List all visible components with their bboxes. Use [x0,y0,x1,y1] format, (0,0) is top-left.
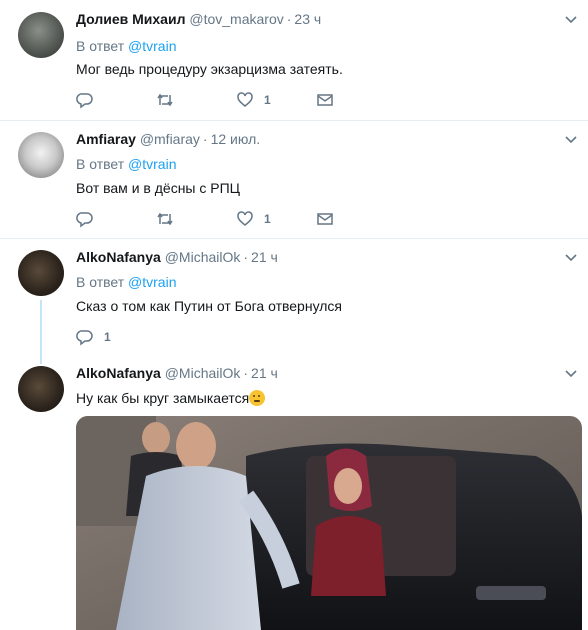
avatar[interactable] [18,132,64,178]
tweet-header: Долиев Михаил @tov_makarov · 23 ч [76,11,321,27]
reply-context: В ответ @tvrain [76,274,176,290]
retweet-button[interactable] [156,91,184,109]
reply-prefix: В ответ [76,38,125,54]
retweet-button[interactable] [156,210,184,228]
reply-prefix: В ответ [76,274,125,290]
tweet-media-image[interactable] [76,416,582,630]
reply-context: В ответ @tvrain [76,38,176,54]
tweet-text-row: Ну как бы круг замыкается [76,390,266,406]
avatar[interactable] [18,366,64,412]
reply-button[interactable] [76,91,104,109]
author-handle[interactable]: @tov_makarov [189,11,283,27]
tweet-text: Мог ведь процедуру экзарцизма затеять. [76,61,343,77]
tweet-actions: 1 [76,328,346,346]
chevron-down-icon[interactable] [564,135,578,145]
chevron-down-icon[interactable] [564,15,578,25]
avatar[interactable] [18,250,64,296]
reply-to-link[interactable]: @tvrain [128,38,176,54]
envelope-icon [317,94,333,106]
reply-prefix: В ответ [76,156,125,172]
reply-count: 1 [104,330,111,344]
reply-to-link[interactable]: @tvrain [128,274,176,290]
tweet-text: Вот вам и в дёсны с РПЦ [76,180,241,196]
envelope-icon [317,213,333,225]
tweet-text: Ну как бы круг замыкается [76,390,250,406]
avatar[interactable] [18,12,64,58]
reply-to-link[interactable]: @tvrain [128,156,176,172]
heart-icon [237,211,253,226]
author-handle[interactable]: @mfiaray [140,131,200,147]
author-handle[interactable]: @MichailOk [165,365,241,381]
timestamp[interactable]: 12 июл. [211,131,261,147]
tweet-actions: 1 [76,91,346,109]
like-button[interactable]: 1 [236,210,271,228]
author-name[interactable]: Amfiaray [76,131,136,147]
thinking-face-emoji-icon [249,390,266,406]
tweet-header: AlkoNafanya @MichailOk · 21 ч [76,249,278,265]
separator-dot: · [243,365,249,381]
chevron-down-icon[interactable] [564,369,578,379]
timestamp[interactable]: 23 ч [294,11,321,27]
tweet-header: AlkoNafanya @MichailOk · 21 ч [76,365,278,381]
reply-icon [76,212,93,228]
tweet-3[interactable]: AlkoNafanya @MichailOk · 21 ч В ответ @tvr… [0,239,588,355]
heart-icon [237,92,253,107]
author-handle[interactable]: @MichailOk [165,249,241,265]
reply-icon [76,93,93,109]
retweet-icon [157,93,173,107]
dm-button[interactable] [316,91,334,109]
separator-dot: · [286,11,292,27]
author-name[interactable]: AlkoNafanya [76,365,161,381]
dm-button[interactable] [316,210,334,228]
like-button[interactable]: 1 [236,91,271,109]
timestamp[interactable]: 21 ч [251,365,278,381]
reply-button[interactable] [76,210,104,228]
photo [76,416,582,630]
like-count: 1 [264,93,271,107]
reply-context: В ответ @tvrain [76,156,176,172]
tweet-1[interactable]: Долиев Михаил @tov_makarov · 23 ч В ответ … [0,0,588,121]
separator-dot: · [202,131,208,147]
timestamp[interactable]: 21 ч [251,249,278,265]
author-name[interactable]: Долиев Михаил [76,11,185,27]
tweet-actions: 1 [76,210,346,228]
tweet-2[interactable]: Amfiaray @mfiaray · 12 июл. В ответ @tvrai… [0,121,588,239]
author-name[interactable]: AlkoNafanya [76,249,161,265]
tweet-text: Сказ о том как Путин от Бога отвернулся [76,298,343,314]
like-count: 1 [264,212,271,226]
separator-dot: · [243,249,249,265]
reply-icon [76,330,93,346]
retweet-icon [157,212,173,226]
chevron-down-icon[interactable] [564,253,578,263]
tweet-header: Amfiaray @mfiaray · 12 июл. [76,131,260,147]
reply-button[interactable]: 1 [76,328,111,346]
